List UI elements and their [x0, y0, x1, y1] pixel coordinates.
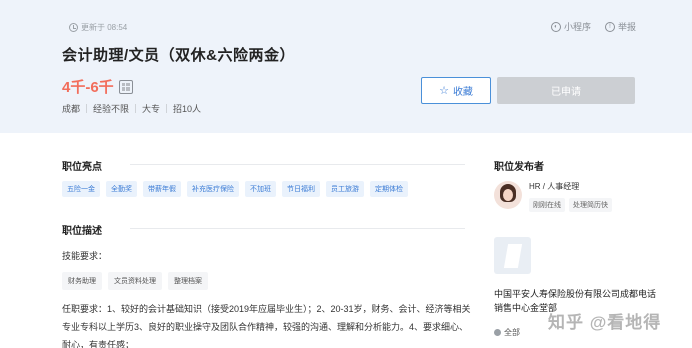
company-category: 全部	[494, 327, 520, 338]
divider	[135, 104, 137, 113]
job-education: 大专	[142, 104, 161, 114]
job-experience: 经验不限	[93, 104, 130, 114]
divider	[86, 104, 88, 113]
salary-row: 4千-6千	[62, 76, 133, 97]
report-icon: !	[604, 21, 615, 32]
mini-program-label: 小程序	[563, 22, 591, 32]
skill-tag: 整理档案	[168, 272, 208, 290]
person-icon	[494, 329, 501, 336]
company-logo[interactable]	[494, 237, 531, 274]
description-title: 职位描述	[62, 226, 102, 237]
job-headcount: 招10人	[173, 104, 202, 114]
company-category-label: 全部	[504, 328, 520, 337]
publisher-badges: 刚刚在线 处理简历快	[529, 198, 612, 212]
skill-tag: 文员资料处理	[108, 272, 162, 290]
skill-tags: 财务助理 文员资料处理 整理档案	[62, 272, 208, 290]
skill-tag: 财务助理	[62, 272, 102, 290]
report-link[interactable]: ! 举报	[604, 20, 636, 33]
mini-program-icon: ◐	[550, 21, 561, 32]
applied-label: 已申请	[551, 87, 581, 98]
updated-time: 更新于 08:54	[69, 22, 127, 33]
highlight-tag: 节日福利	[282, 181, 320, 197]
salary: 4千-6千	[62, 79, 114, 96]
avatar[interactable]	[494, 181, 522, 209]
publisher-title: 职位发布者	[494, 162, 544, 173]
online-badge: 刚刚在线	[529, 198, 565, 212]
highlight-tag: 不加班	[245, 181, 276, 197]
highlight-tag: 定期体检	[370, 181, 408, 197]
watermark: 知乎 @看地得	[548, 313, 662, 332]
divider	[166, 104, 168, 113]
divider	[130, 228, 465, 229]
publisher-role: HR / 人事经理	[529, 182, 580, 191]
highlight-tag: 补充医疗保险	[187, 181, 239, 197]
calculator-icon[interactable]	[118, 79, 133, 94]
mini-program-link[interactable]: ◐ 小程序	[550, 20, 591, 33]
report-label: 举报	[617, 22, 636, 32]
job-location: 成都	[62, 104, 81, 114]
top-links: ◐ 小程序 ! 举报	[550, 20, 636, 33]
divider	[130, 164, 465, 165]
updated-text: 更新于 08:54	[81, 23, 128, 32]
job-title: 会计助理/文员（双休&六险两金）	[62, 47, 296, 64]
highlight-tag: 全勤奖	[106, 181, 137, 197]
applied-button[interactable]: 已申请	[497, 77, 635, 104]
job-description-text: 任职要求：1、较好的会计基础知识（接受2019年应届毕业生）；2、20-31岁，…	[62, 304, 471, 348]
star-icon: ☆	[439, 85, 449, 97]
highlight-tag: 五险一金	[62, 181, 100, 197]
fast-reply-badge: 处理简历快	[569, 198, 612, 212]
highlight-tag: 带薪年假	[143, 181, 181, 197]
highlight-tag: 员工旅游	[326, 181, 364, 197]
skills-label: 技能要求：	[62, 251, 108, 261]
job-meta: 成都 经验不限 大专 招10人	[62, 102, 201, 115]
favorite-button[interactable]: ☆ 收藏	[421, 77, 491, 104]
clock-icon	[69, 23, 78, 32]
highlights-title: 职位亮点	[62, 162, 102, 173]
favorite-label: 收藏	[452, 87, 473, 98]
highlight-tags: 五险一金 全勤奖 带薪年假 补充医疗保险 不加班 节日福利 员工旅游 定期体检	[62, 181, 408, 197]
